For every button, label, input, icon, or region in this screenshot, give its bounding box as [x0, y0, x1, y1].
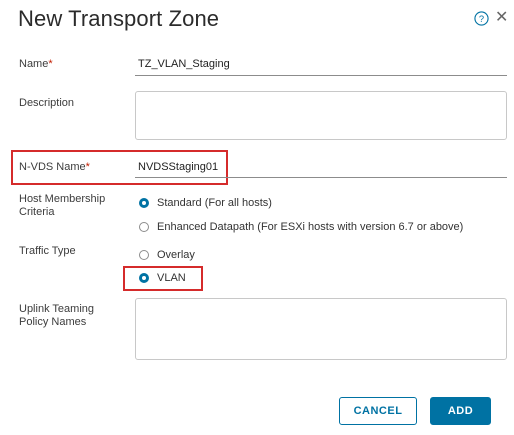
- dialog-title: New Transport Zone: [18, 6, 220, 31]
- radio-checked-icon[interactable]: [139, 198, 149, 208]
- host-membership-standard-option[interactable]: Standard (For all hosts): [139, 197, 272, 209]
- radio-unchecked-icon[interactable]: [139, 222, 149, 232]
- description-label: Description: [19, 97, 75, 109]
- help-icon[interactable]: ?: [474, 11, 489, 26]
- nvds-field-underline: [135, 177, 507, 178]
- svg-text:?: ?: [479, 14, 484, 24]
- host-membership-label: Host Membership Criteria: [19, 193, 106, 218]
- close-icon[interactable]: ✕: [495, 9, 508, 27]
- radio-unchecked-icon[interactable]: [139, 250, 149, 260]
- add-button[interactable]: ADD: [430, 397, 491, 425]
- traffic-type-vlan-option[interactable]: VLAN: [139, 272, 186, 284]
- traffic-type-overlay-option[interactable]: Overlay: [139, 249, 195, 261]
- name-label: Name*: [19, 58, 53, 70]
- description-textarea[interactable]: [135, 91, 507, 140]
- cancel-button[interactable]: CANCEL: [339, 397, 417, 425]
- radio-checked-icon[interactable]: [139, 273, 149, 283]
- name-field[interactable]: TZ_VLAN_Staging: [138, 58, 230, 70]
- nvds-label: N-VDS Name*: [19, 161, 90, 173]
- uplink-teaming-label: Uplink Teaming Policy Names: [19, 303, 95, 328]
- traffic-type-label: Traffic Type: [19, 245, 76, 257]
- name-field-underline: [135, 75, 507, 76]
- uplink-teaming-textarea[interactable]: [135, 298, 507, 360]
- host-membership-enhanced-option[interactable]: Enhanced Datapath (For ESXi hosts with v…: [139, 221, 463, 233]
- nvds-field[interactable]: NVDSStaging01: [138, 161, 218, 173]
